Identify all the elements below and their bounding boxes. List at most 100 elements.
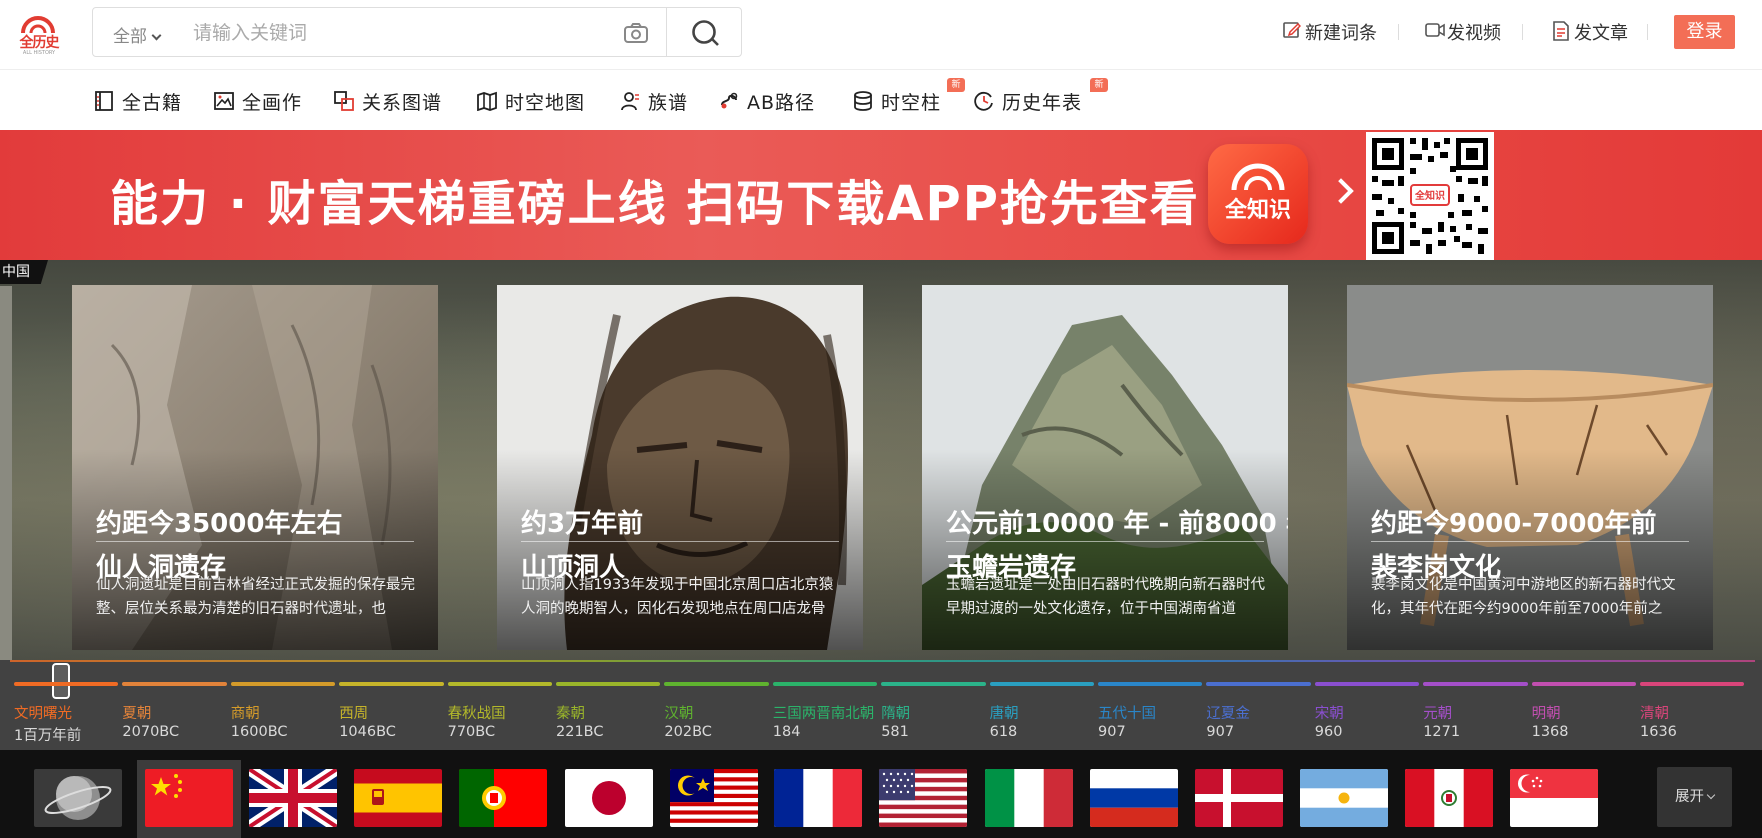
search-box: 全部 — [92, 7, 742, 57]
flag-malaysia[interactable] — [670, 769, 758, 827]
timeline-segment[interactable] — [1206, 682, 1311, 686]
dynasty-name[interactable]: 隋朝 — [881, 702, 910, 723]
timeline-segment[interactable] — [1640, 682, 1745, 686]
flag-spain[interactable] — [354, 769, 442, 827]
dynasty-name[interactable]: 元朝 — [1423, 702, 1452, 723]
history-card-peiligang[interactable]: 约距今9000-7000年前 裴李岗文化 裴李岗文化是中国黄河中游地区的新石器时… — [1347, 285, 1713, 650]
region-label: 中国 — [0, 260, 48, 284]
flag-france[interactable] — [774, 769, 862, 827]
timeline-segment[interactable] — [772, 682, 878, 686]
nav-item-label: 时空地图 — [505, 92, 586, 114]
site-logo[interactable]: 全历史 ALL HISTORY — [14, 12, 64, 56]
russia-flag-icon — [1090, 769, 1178, 827]
timeline-segment[interactable] — [1531, 682, 1636, 686]
timeline-segment[interactable] — [122, 682, 227, 686]
malaysia-flag-icon — [670, 769, 758, 827]
nav-item-label: 族谱 — [648, 92, 689, 114]
divider — [1371, 541, 1689, 542]
chevron-down-icon — [1706, 790, 1716, 800]
dynasty-name[interactable]: 春秋战国 — [448, 702, 506, 723]
flag-united-kingdom[interactable] — [249, 769, 337, 827]
china-flag-icon — [145, 769, 233, 827]
path-icon — [721, 92, 738, 109]
flag-singapore[interactable] — [1510, 769, 1598, 827]
timeline-segment[interactable] — [339, 682, 444, 686]
dynasty-name[interactable]: 汉朝 — [664, 702, 693, 723]
flag-japan[interactable] — [565, 769, 653, 827]
flag-peru[interactable] — [1405, 769, 1493, 827]
timeline-segment[interactable] — [447, 682, 552, 686]
divider — [1398, 24, 1399, 40]
flag-russia[interactable] — [1090, 769, 1178, 827]
nav-item-label: 时空柱 — [881, 92, 942, 114]
timeline-slider-handle[interactable] — [52, 663, 70, 699]
banner-slogan: 能力 · 财富天梯重磅上线 扫码下载APP抢先查看 — [110, 176, 1200, 232]
dynasty-name[interactable]: 清朝 — [1640, 702, 1669, 723]
dynasty-name[interactable]: 秦朝 — [556, 702, 585, 723]
nav-item-label: 全古籍 — [122, 92, 183, 114]
document-icon — [1553, 21, 1569, 41]
card-description: 裴李岗文化是中国黄河中游地区的新石器时代文化，其年代在距今约9000年前至700… — [1371, 577, 1676, 617]
divider — [521, 541, 839, 542]
dynasty-name[interactable]: 西周 — [339, 702, 368, 723]
expand-button[interactable]: 展开 — [1657, 767, 1732, 827]
flag-united-states[interactable] — [879, 769, 967, 827]
dynasty-name[interactable]: 三国两晋南北朝 — [773, 702, 875, 723]
usa-flag-icon — [879, 769, 967, 827]
search-input[interactable] — [193, 18, 613, 48]
country-flag-bar: 展开 — [0, 750, 1762, 838]
camera-icon[interactable] — [623, 22, 649, 44]
singapore-flag-icon — [1510, 769, 1598, 827]
post-video-label: 发视频 — [1447, 23, 1501, 44]
timeline-segment[interactable] — [989, 682, 1094, 686]
feature-nav: 全古籍 全画作 关系图谱 时空地图 族谱 AB路径 时空柱 新 历史年表 新 — [0, 71, 1762, 129]
dynasty-name[interactable]: 宋朝 — [1315, 702, 1344, 723]
history-card-shandingdong[interactable]: 约3万年前 山顶洞人 山顶洞人指1933年发现于中国北京周口店北京猿人洞的晚期智… — [497, 285, 863, 650]
expand-label: 展开 — [1675, 789, 1704, 805]
divider — [1522, 24, 1523, 40]
logo-subtext: ALL HISTORY — [22, 50, 56, 56]
dynasty-start-year: 618 — [989, 724, 1018, 740]
search-button[interactable] — [666, 8, 742, 56]
card-date: 约3万年前 — [521, 509, 644, 539]
promo-banner[interactable]: 能力 · 财富天梯重磅上线 扫码下载APP抢先查看 全知识 全知识 — [0, 130, 1762, 260]
qr-logo: 全知识 — [1410, 184, 1450, 206]
dynasty-name[interactable]: 夏朝 — [122, 702, 151, 723]
dynasty-start-year: 1600BC — [230, 724, 288, 740]
timeline-segment[interactable] — [1314, 682, 1420, 686]
timeline-segment[interactable] — [556, 682, 661, 686]
search-scope-dropdown[interactable]: 全部 — [113, 22, 162, 47]
timeline-segment[interactable] — [1423, 682, 1528, 686]
card-date: 约距今9000-7000年前 — [1371, 509, 1657, 539]
app-arc-icon — [1231, 163, 1285, 191]
timeline-segment[interactable] — [664, 682, 769, 686]
login-button[interactable]: 登录 — [1674, 15, 1735, 49]
dynasty-name[interactable]: 五代十国 — [1098, 702, 1156, 723]
flag-portugal[interactable] — [459, 769, 547, 827]
globe-icon — [34, 769, 122, 827]
flag-denmark[interactable] — [1195, 769, 1283, 827]
timeline-segment[interactable] — [881, 682, 986, 686]
timeline-segment[interactable] — [230, 682, 336, 686]
new-entry-label: 新建词条 — [1305, 23, 1377, 44]
timeline-glow-line — [10, 660, 1755, 662]
flag-globe[interactable] — [34, 769, 122, 827]
flag-china[interactable] — [145, 769, 233, 827]
dynasty-name[interactable]: 明朝 — [1532, 702, 1561, 723]
history-card-xianrendong[interactable]: 约距今35000年左右 仙人洞遗存 仙人洞遗址是目前吉林省经过正式发掘的保存最完… — [72, 285, 438, 650]
history-card-yuchanyan[interactable]: 公元前10000 年 - 前8000 年 玉蟾岩遗存 玉蟾岩遗址是一处由旧石器时… — [922, 285, 1288, 650]
uk-flag-icon — [249, 769, 337, 827]
dynasty-name[interactable]: 辽夏金 — [1206, 702, 1250, 723]
post-article-label: 发文章 — [1574, 23, 1628, 44]
flag-italy[interactable] — [985, 769, 1073, 827]
flag-argentina[interactable] — [1300, 769, 1388, 827]
previous-card-peek[interactable] — [0, 286, 12, 660]
dynasty-start-year: 184 — [772, 724, 801, 740]
timeline-segment[interactable] — [1098, 682, 1203, 686]
timeline-segment[interactable] — [14, 682, 119, 686]
dynasty-name[interactable]: 唐朝 — [990, 702, 1019, 723]
divider — [946, 541, 1264, 542]
dynasty-name[interactable]: 文明曙光 — [14, 702, 72, 723]
dynasty-name[interactable]: 商朝 — [231, 702, 260, 723]
search-icon — [692, 20, 719, 46]
